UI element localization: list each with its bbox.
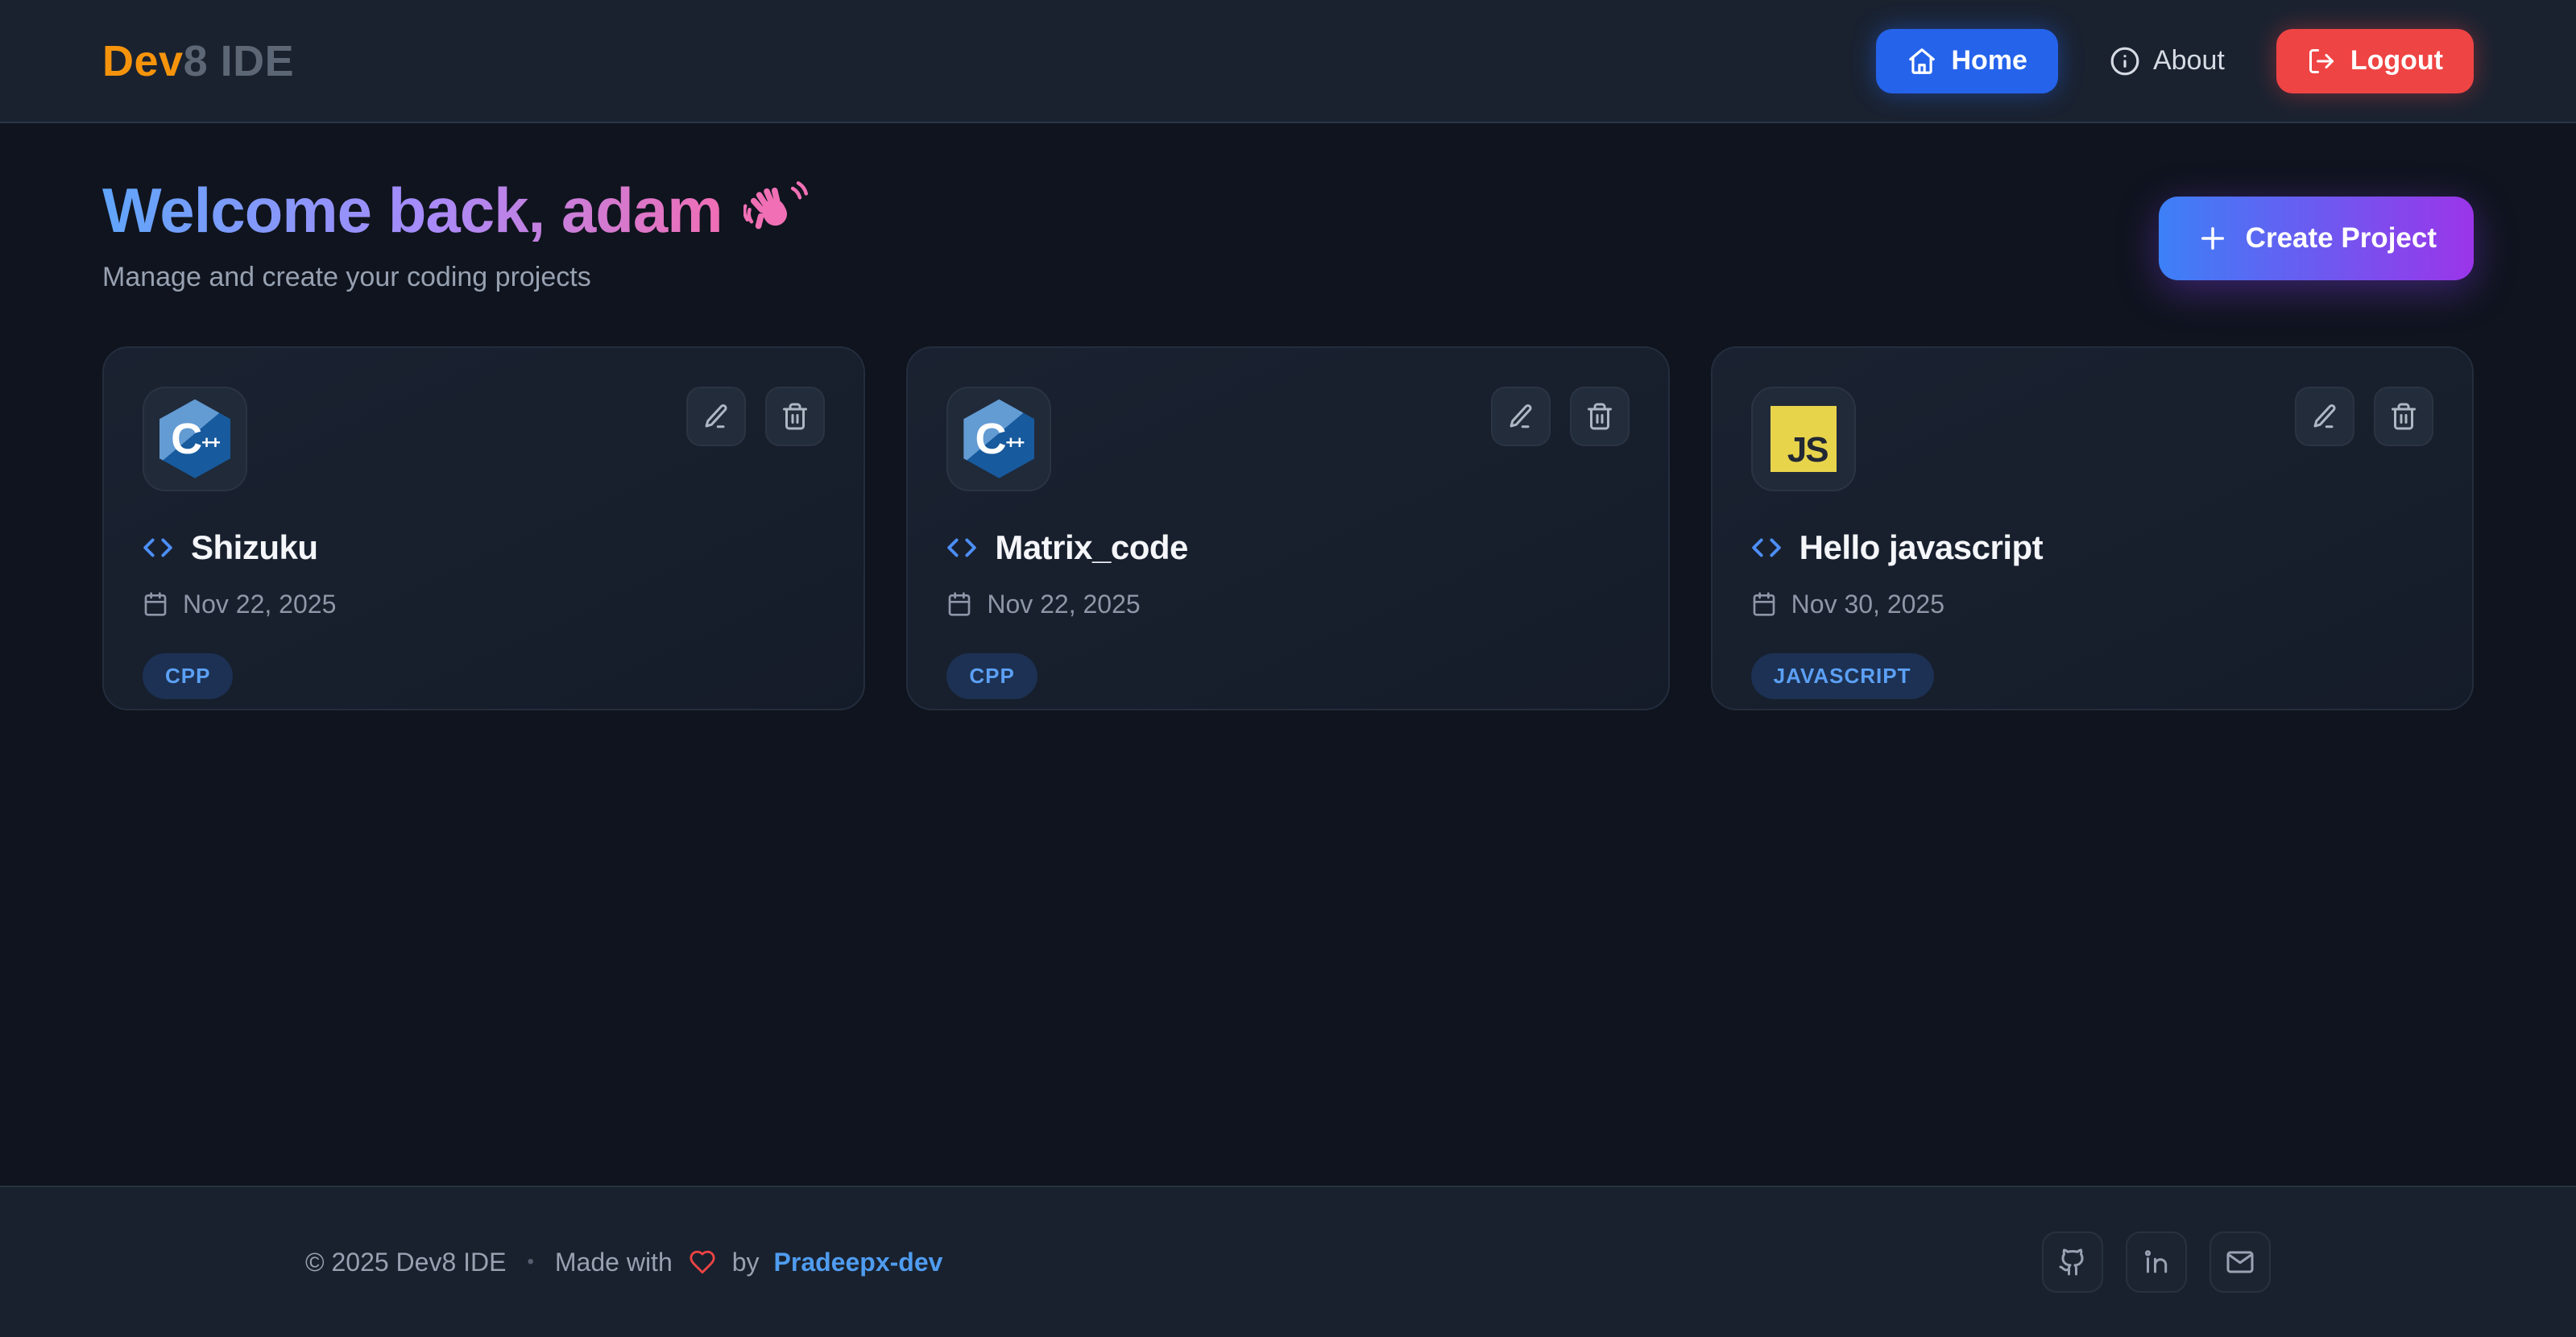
welcome-heading: Welcome back, adam (102, 176, 723, 246)
delete-project-button[interactable] (2374, 387, 2433, 446)
page-title: Welcome back, adam (102, 176, 808, 246)
app-logo: Dev8 IDE (102, 36, 294, 86)
project-date-row: Nov 30, 2025 (1751, 590, 2433, 619)
by-text: by (732, 1248, 760, 1277)
heart-icon (689, 1248, 716, 1276)
github-icon (2058, 1248, 2087, 1277)
card-actions (1491, 387, 1630, 446)
hero-section: Welcome back, adam (102, 176, 2474, 293)
project-date-row: Nov 22, 2025 (946, 590, 1629, 619)
cpp-logo-plusplus: ++ (201, 433, 219, 453)
linkedin-icon (2142, 1248, 2171, 1277)
trash-icon (2389, 402, 2418, 431)
logout-button[interactable]: Logout (2276, 29, 2474, 93)
logo-primary: Dev (102, 37, 184, 85)
calendar-icon (143, 591, 168, 617)
plus-icon (2196, 221, 2230, 255)
waving-hand-icon (743, 180, 808, 242)
home-button[interactable]: Home (1876, 29, 2058, 93)
pencil-icon (2310, 402, 2339, 431)
pencil-icon (1506, 402, 1535, 431)
footer-credits: © 2025 Dev8 IDE • Made with by Pradeepx-… (305, 1248, 942, 1277)
card-actions (686, 387, 825, 446)
project-name: Matrix_code (995, 528, 1188, 567)
project-language-icon-box: JS (1751, 387, 1856, 491)
project-title-row: Matrix_code (946, 528, 1629, 567)
project-date: Nov 22, 2025 (987, 590, 1140, 619)
code-icon (143, 532, 173, 563)
made-with-text: Made with (555, 1248, 673, 1277)
trash-icon (1585, 402, 1614, 431)
card-actions (2295, 387, 2433, 446)
email-button[interactable] (2209, 1231, 2271, 1293)
about-link[interactable]: About (2105, 44, 2230, 77)
author-link[interactable]: Pradeepx-dev (774, 1248, 943, 1277)
projects-grid: C++ (102, 346, 2474, 710)
cpp-logo-plusplus: ++ (1005, 433, 1023, 453)
github-button[interactable] (2042, 1231, 2103, 1293)
delete-project-button[interactable] (765, 387, 825, 446)
cpp-logo-letter: C (171, 417, 202, 461)
logo-secondary: 8 IDE (184, 37, 295, 85)
project-card[interactable]: JS (1711, 346, 2474, 710)
navbar: Dev8 IDE Home About Logout (0, 0, 2576, 123)
javascript-logo-icon: JS (1770, 406, 1837, 472)
trash-icon (781, 402, 810, 431)
project-name: Shizuku (191, 528, 318, 567)
project-title-row: Shizuku (143, 528, 825, 567)
code-icon (1751, 532, 1782, 563)
copyright-text: © 2025 Dev8 IDE (305, 1248, 506, 1277)
info-icon (2110, 46, 2140, 77)
logout-icon (2307, 47, 2336, 76)
calendar-icon (946, 591, 972, 617)
language-badge: CPP (946, 653, 1037, 699)
social-links (2042, 1231, 2271, 1293)
project-language-icon-box: C++ (143, 387, 247, 491)
edit-project-button[interactable] (686, 387, 746, 446)
language-badge: JAVASCRIPT (1751, 653, 1934, 699)
project-card[interactable]: C++ (906, 346, 1669, 710)
edit-project-button[interactable] (1491, 387, 1551, 446)
edit-project-button[interactable] (2295, 387, 2354, 446)
cpp-logo-letter: C (975, 417, 1006, 461)
project-date: Nov 30, 2025 (1791, 590, 1944, 619)
project-card[interactable]: C++ (102, 346, 865, 710)
footer: © 2025 Dev8 IDE • Made with by Pradeepx-… (0, 1186, 2576, 1337)
about-link-label: About (2153, 45, 2225, 77)
cpp-logo-icon: C++ (963, 399, 1034, 478)
create-project-button[interactable]: Create Project (2159, 197, 2474, 280)
card-header: C++ (946, 387, 1629, 491)
create-project-label: Create Project (2246, 222, 2437, 255)
linkedin-button[interactable] (2126, 1231, 2187, 1293)
cpp-logo-icon: C++ (159, 399, 230, 478)
card-header: JS (1751, 387, 2433, 491)
project-title-row: Hello javascript (1751, 528, 2433, 567)
separator-dot: • (527, 1251, 533, 1273)
page-subtitle: Manage and create your coding projects (102, 262, 808, 293)
project-date-row: Nov 22, 2025 (143, 590, 825, 619)
main-content: Welcome back, adam (0, 123, 2576, 1186)
card-header: C++ (143, 387, 825, 491)
footer-content: © 2025 Dev8 IDE • Made with by Pradeepx-… (305, 1231, 2271, 1293)
hero-text: Welcome back, adam (102, 176, 808, 293)
logout-button-label: Logout (2350, 45, 2443, 77)
language-badge: CPP (143, 653, 233, 699)
code-icon (946, 532, 977, 563)
mail-icon (2226, 1248, 2255, 1277)
project-name: Hello javascript (1799, 528, 2043, 567)
home-button-label: Home (1952, 45, 2027, 77)
delete-project-button[interactable] (1570, 387, 1630, 446)
home-icon (1907, 46, 1937, 77)
project-language-icon-box: C++ (946, 387, 1051, 491)
project-date: Nov 22, 2025 (183, 590, 336, 619)
calendar-icon (1751, 591, 1777, 617)
pencil-icon (702, 402, 731, 431)
nav-actions: Home About Logout (1876, 29, 2475, 93)
